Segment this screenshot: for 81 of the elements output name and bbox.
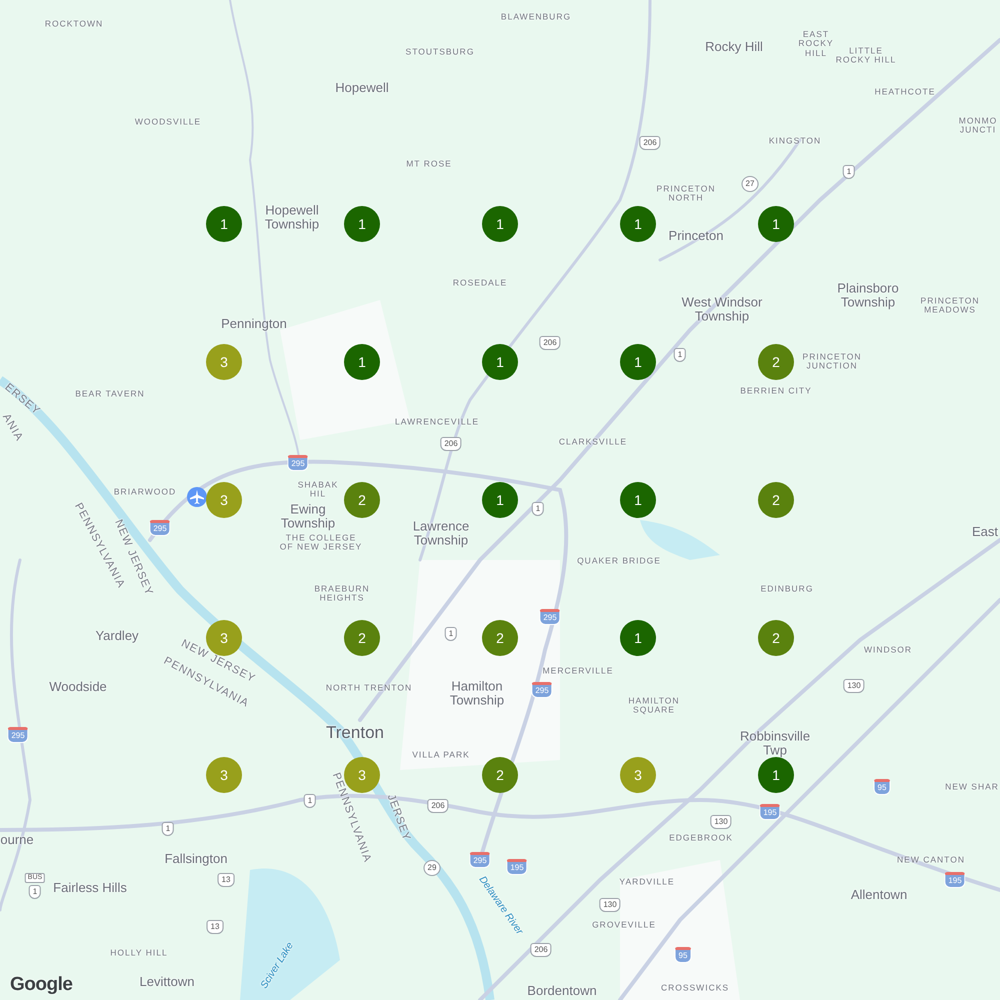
locality-label: QUAKER BRIDGE: [577, 556, 661, 566]
locality-label: WINDSOR: [864, 645, 912, 655]
google-logo: Google: [10, 974, 72, 996]
locality-label: LITTLE ROCKY HILL: [834, 46, 898, 66]
locality-label: MT ROSE: [406, 159, 452, 169]
highway-shield: 95: [874, 779, 890, 795]
town-label: ourne: [0, 833, 34, 847]
locality-label: VILLA PARK: [412, 750, 470, 760]
town-label: Yardley: [95, 629, 139, 643]
highway-shield: 195: [759, 804, 781, 820]
highway-shield: 295: [469, 852, 491, 868]
town-label: East: [972, 525, 998, 539]
town-label: Robbinsville Twp: [738, 729, 812, 757]
highway-shield: 195: [506, 859, 528, 875]
town-label: Woodside: [49, 680, 107, 694]
town-label: Princeton: [668, 229, 724, 243]
locality-label: ROCKTOWN: [44, 19, 104, 29]
locality-label: THE COLLEGE OF NEW JERSEY: [278, 534, 364, 552]
highway-shield: 95: [674, 947, 692, 963]
town-label: Rocky Hill: [705, 40, 763, 54]
highway-shield: 206: [639, 136, 661, 150]
locality-label: BEAR TAVERN: [75, 389, 145, 399]
map-drawing[interactable]: [0, 0, 1000, 1000]
highway-shield: 206: [440, 437, 462, 451]
town-label: Hopewell Township: [264, 203, 320, 231]
highway-shield: 13: [206, 920, 224, 934]
highway-shield: 295: [531, 682, 553, 698]
locality-label: EDGEBROOK: [669, 833, 733, 843]
town-label: Fallsington: [164, 852, 228, 866]
highway-shield: 206: [530, 943, 552, 957]
locality-label: CROSSWICKS: [660, 983, 730, 993]
locality-label: MERCERVILLE: [542, 666, 614, 676]
town-label: Trenton: [326, 724, 384, 742]
locality-label: PRINCETON MEADOWS: [920, 296, 980, 316]
locality-label: HAMILTON SQUARE: [627, 696, 681, 716]
highway-shield: 295: [539, 609, 561, 625]
locality-label: SHABAK HIL: [296, 480, 340, 500]
locality-label: BLAWENBURG: [500, 12, 572, 22]
town-label: West Windsor Township: [680, 295, 764, 323]
locality-label: EDINBURG: [760, 584, 814, 594]
town-label: Allentown: [850, 888, 908, 902]
town-label: Hamilton Township: [448, 679, 506, 707]
locality-label: HEATHCOTE: [874, 87, 936, 97]
town-label: Lawrence Township: [412, 519, 470, 547]
locality-label: LAWRENCEVILLE: [395, 417, 479, 427]
locality-label: NORTH TRENTON: [326, 683, 412, 693]
locality-label: KINGSTON: [768, 136, 822, 146]
highway-shield: 295: [287, 455, 309, 471]
locality-label: NEW SHAR: [945, 782, 999, 792]
highway-shield: 195: [944, 872, 966, 888]
locality-label: BERRIEN CITY: [740, 386, 812, 396]
highway-shield: 130: [710, 815, 732, 829]
town-label: Plainsboro Township: [836, 281, 900, 309]
locality-label: ROSEDALE: [452, 278, 508, 288]
locality-label: PRINCETON JUNCTION: [802, 352, 862, 372]
highway-shield: 295: [7, 727, 29, 743]
locality-label: PRINCETON NORTH: [656, 184, 716, 204]
highway-shield: 206: [427, 799, 449, 813]
highway-shield: 130: [843, 679, 865, 693]
town-label: Bordentown: [527, 984, 597, 998]
locality-label: BRAEBURN HEIGHTS: [313, 584, 371, 604]
locality-label: MONMO JUNCTI: [958, 116, 998, 136]
town-label: Pennington: [221, 317, 287, 331]
highway-shield: 130: [599, 898, 621, 912]
town-label: Ewing Township: [280, 502, 336, 530]
locality-label: GROVEVILLE: [592, 920, 656, 930]
locality-label: HOLLY HILL: [110, 948, 168, 958]
highway-shield: 206: [539, 336, 561, 350]
locality-label: BRIARWOOD: [114, 487, 176, 497]
locality-label: YARDVILLE: [619, 877, 675, 887]
town-label: Hopewell: [335, 81, 389, 95]
town-label: Levittown: [140, 975, 194, 989]
locality-label: WOODSVILLE: [134, 117, 202, 127]
locality-label: EAST ROCKY HILL: [797, 30, 835, 58]
locality-label: STOUTSBURG: [406, 47, 474, 57]
highway-shield: 295: [149, 520, 171, 536]
town-label: Fairless Hills: [53, 881, 127, 895]
airport-icon[interactable]: [187, 487, 207, 507]
highway-shield: 13: [218, 873, 234, 887]
locality-label: CLARKSVILLE: [558, 437, 628, 447]
locality-label: NEW CANTON: [897, 855, 965, 865]
